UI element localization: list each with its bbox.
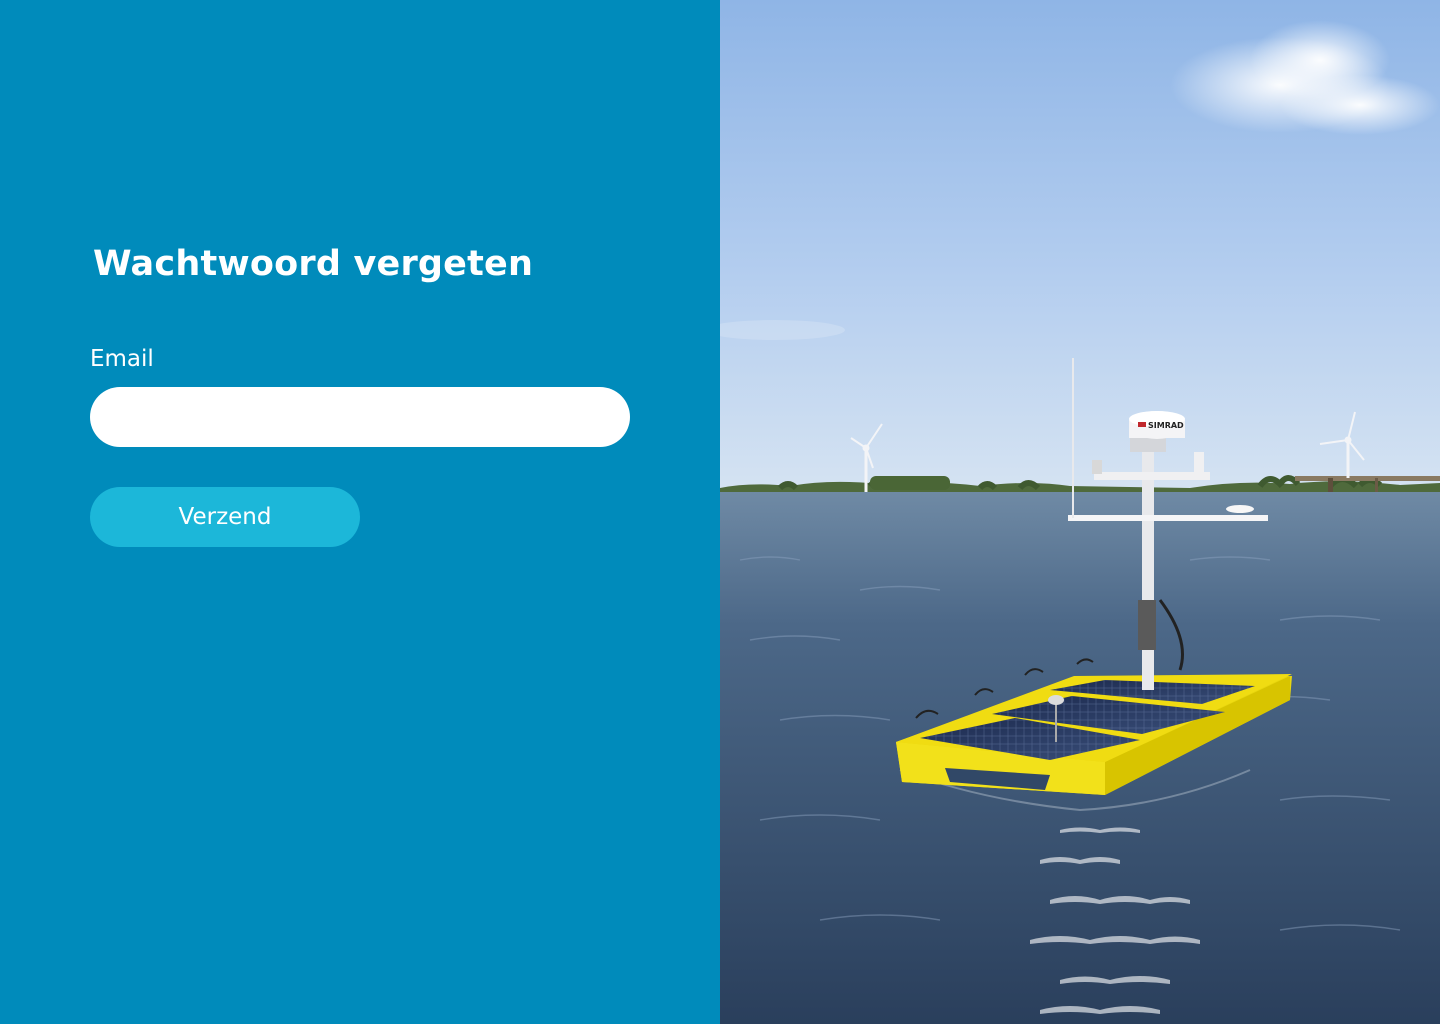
email-field[interactable] [90,387,630,447]
form-panel: Wachtwoord vergeten Email Verzend [0,0,720,1024]
page-layout: Wachtwoord vergeten Email Verzend SIMRAD [0,0,1440,1024]
hero-image-panel: SIMRAD [720,0,1440,1024]
radome-brand: SIMRAD [1148,421,1184,430]
hero-image: SIMRAD [720,0,1440,1024]
email-label: Email [90,346,154,372]
page-title: Wachtwoord vergeten [93,244,534,284]
submit-button[interactable]: Verzend [90,487,360,547]
